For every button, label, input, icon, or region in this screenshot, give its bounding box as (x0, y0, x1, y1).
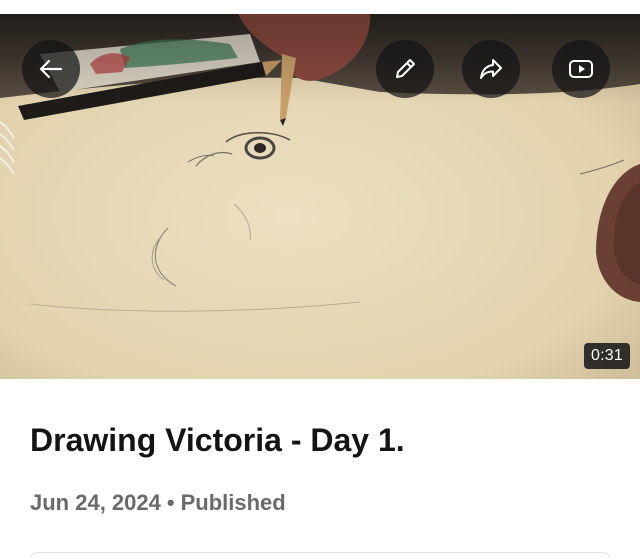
video-details-page: 0:31 Drawing Victoria - Day 1. Jun 24, 2… (0, 0, 640, 558)
pencil-icon (396, 59, 415, 78)
top-gradient-shade (0, 14, 640, 104)
video-meta: Jun 24, 2024 • Published (30, 490, 286, 516)
video-duration-badge: 0:31 (584, 343, 630, 369)
arrow-left-icon (39, 59, 63, 79)
video-title: Drawing Victoria - Day 1. (30, 422, 405, 458)
youtube-button[interactable] (552, 40, 610, 98)
next-card-edge (30, 552, 610, 558)
share-button[interactable] (462, 40, 520, 98)
youtube-play-icon (569, 60, 593, 78)
share-arrow-icon (480, 59, 502, 79)
visibility-status: Published (180, 490, 286, 515)
meta-separator: • (166, 490, 175, 515)
video-player[interactable]: 0:31 (0, 14, 640, 379)
edit-button[interactable] (376, 40, 434, 98)
back-button[interactable] (22, 40, 80, 98)
publish-date: Jun 24, 2024 (30, 490, 161, 515)
